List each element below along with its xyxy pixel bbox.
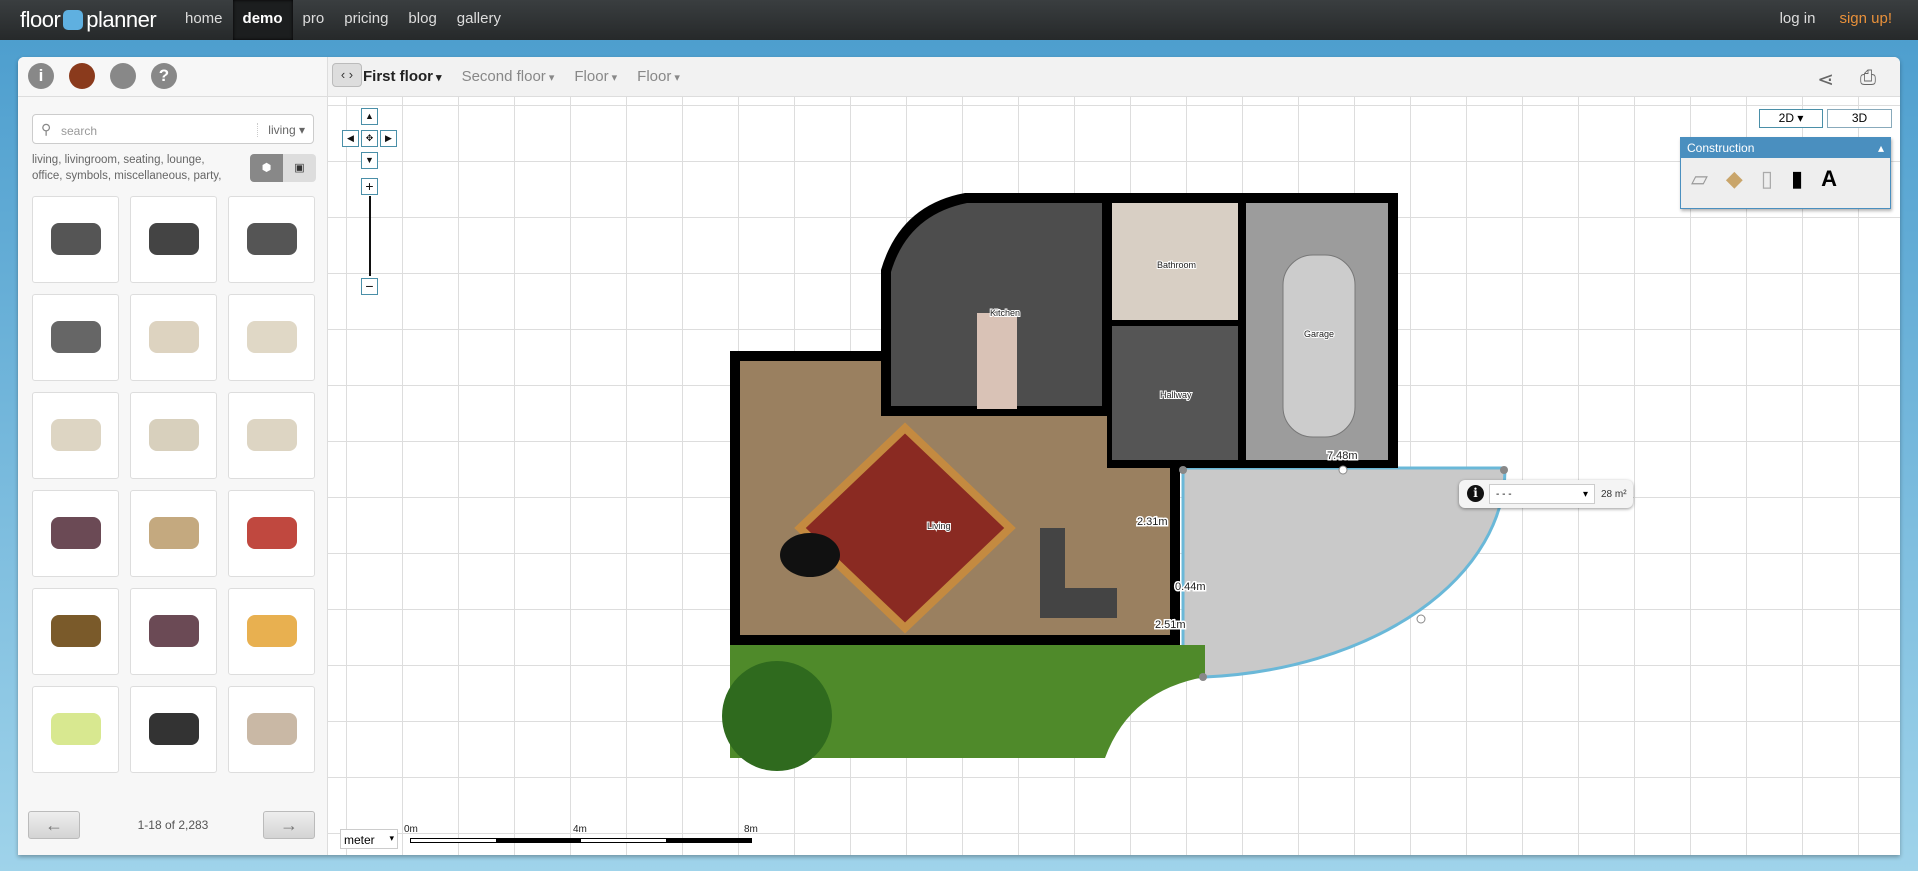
door-icon[interactable]: ▮ [1791, 166, 1803, 192]
pan-left-button[interactable]: ◀ [342, 130, 359, 147]
unit-value: meter [344, 833, 375, 847]
vertex-handle[interactable] [1500, 466, 1508, 474]
room-label-kitchen: Kitchen [990, 308, 1020, 318]
piano[interactable] [780, 533, 840, 577]
material-select[interactable]: - - - ▾ [1489, 484, 1595, 504]
chevron-down-icon: ▾ [1582, 489, 1588, 500]
area-info-popup: i - - - ▾ 28 m² [1459, 480, 1633, 508]
scale-tick: 0m [404, 824, 418, 835]
dimension-label: 2.51m [1155, 619, 1186, 631]
pan-up-button[interactable]: ▲ [361, 108, 378, 125]
zoom-in-button[interactable]: + [361, 178, 378, 195]
3d-mode-button[interactable]: 3D [1827, 109, 1892, 128]
dining-table[interactable] [977, 313, 1017, 409]
room-label-garage: Garage [1304, 329, 1334, 339]
area-value: 28 m² [1601, 489, 1627, 500]
center-view-button[interactable]: ✥ [361, 130, 378, 147]
unit-select[interactable]: meter ▾ [340, 829, 398, 849]
material-value: - - - [1496, 489, 1512, 500]
wall-room-icon[interactable]: ▱ [1691, 166, 1708, 192]
floor-icon[interactable]: ◆ [1726, 166, 1743, 192]
patio[interactable] [1181, 466, 1507, 679]
construction-panel: Construction ▴ ▱ ◆ ▯ ▮ A [1680, 137, 1891, 209]
room-label-hallway: Hallway [1160, 390, 1192, 400]
scale-tick: 4m [573, 824, 587, 835]
floorplan-drawing[interactable]: Kitchen Bathroom Hallway Garage Living 7… [0, 0, 1918, 871]
scale-bar [410, 838, 752, 843]
construction-title: Construction [1687, 141, 1755, 155]
dimension-label: 0.44m [1175, 581, 1206, 593]
pan-down-button[interactable]: ▼ [361, 152, 378, 169]
zoom-out-button[interactable]: − [361, 278, 378, 295]
car[interactable] [1282, 254, 1356, 438]
dimension-label: 7.48m [1327, 450, 1358, 462]
room-label-bathroom: Bathroom [1157, 260, 1196, 270]
text-icon[interactable]: A [1821, 166, 1837, 192]
scale-tick: 8m [744, 824, 758, 835]
surface-icon[interactable]: ▯ [1761, 166, 1773, 192]
vertex-handle[interactable] [1199, 673, 1207, 681]
vertex-handle[interactable] [1416, 614, 1426, 624]
dimension-label: 2.31m [1137, 516, 1168, 528]
collapse-icon[interactable]: ▴ [1878, 141, 1884, 155]
2d-mode-button[interactable]: 2D ▾ [1759, 109, 1823, 128]
zoom-slider[interactable] [369, 196, 371, 276]
room-label-living: Living [927, 521, 951, 531]
tree[interactable] [722, 661, 832, 771]
chevron-down-icon: ▾ [389, 833, 394, 843]
vertex-handle[interactable] [1179, 466, 1187, 474]
pan-right-button[interactable]: ▶ [380, 130, 397, 147]
vertex-handle[interactable] [1338, 465, 1348, 475]
info-icon[interactable]: i [1467, 485, 1484, 502]
